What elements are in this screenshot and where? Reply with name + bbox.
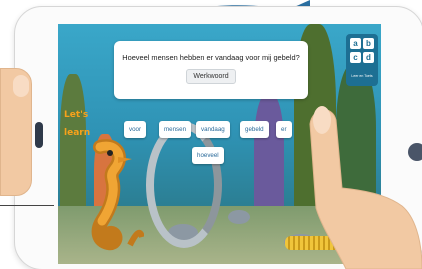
mode-panel[interactable]: a b c d Leer en Toets <box>346 34 378 86</box>
mode-tile-d[interactable]: d <box>363 52 374 63</box>
category-button[interactable]: Werkwoord <box>186 69 236 84</box>
word-tile-hoeveel[interactable]: hoeveel <box>192 147 224 164</box>
seaweed <box>254 94 284 224</box>
hoop-ring <box>146 122 222 248</box>
tablet-side-button <box>35 122 43 148</box>
app-logo: Let's learn <box>64 104 104 138</box>
mode-label: Leer en Toets <box>351 74 373 78</box>
question-card: Hoeveel mensen hebben er vandaag voor mi… <box>114 41 308 99</box>
word-tile-mensen[interactable]: mensen <box>159 121 192 138</box>
fingernail <box>13 75 29 97</box>
right-hand <box>309 106 422 269</box>
tablet-scene: Let's learn Hoeveel mensen hebben er van… <box>0 0 422 269</box>
seahorse-character <box>91 139 144 251</box>
mode-tile-c[interactable]: c <box>350 52 361 63</box>
word-tile-er[interactable]: er <box>276 121 292 138</box>
word-tile-voor[interactable]: voor <box>124 121 147 138</box>
word-tile-vandaag[interactable]: vandaag <box>196 121 230 138</box>
mode-tile-a[interactable]: a <box>350 38 361 49</box>
logo-text: Let's learn <box>64 110 91 138</box>
question-text: Hoeveel mensen hebben er vandaag voor mi… <box>122 53 300 62</box>
divider-line <box>0 205 54 206</box>
left-finger <box>0 68 32 196</box>
mode-tile-b[interactable]: b <box>363 38 374 49</box>
word-tile-gebeld[interactable]: gebeld <box>240 121 269 138</box>
rock <box>228 210 250 224</box>
